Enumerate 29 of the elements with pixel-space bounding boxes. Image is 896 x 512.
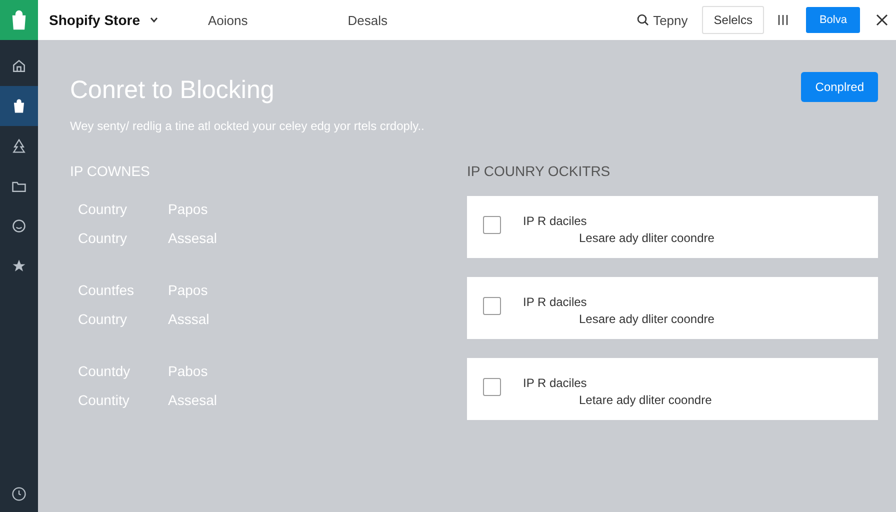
blocker-title: IP R daciles xyxy=(523,214,588,228)
section-heading: IP COUNRY OCKITRS xyxy=(467,163,612,179)
tree-icon xyxy=(11,138,27,154)
search-icon[interactable] xyxy=(637,14,650,26)
blocker-description: Lesare ady dliter coondre xyxy=(579,312,714,326)
blocker-title: IP R daciles xyxy=(523,295,588,309)
caret-icon[interactable] xyxy=(150,17,158,23)
home-icon xyxy=(11,58,27,74)
search-label[interactable]: Tepny xyxy=(653,12,688,28)
blocker-description: Letare ady dliter coondre xyxy=(579,393,712,407)
store-name[interactable]: Shopify Store xyxy=(49,12,140,28)
bag-icon xyxy=(11,98,27,114)
nav-link[interactable]: Desals xyxy=(348,12,388,28)
checkbox[interactable] xyxy=(483,378,501,396)
smiley-icon xyxy=(11,218,27,234)
sidebar-item[interactable] xyxy=(0,86,38,126)
blocker-title: IP R daciles xyxy=(523,376,588,390)
blocker-description: Lesare ady dliter coondre xyxy=(579,231,714,245)
select-button[interactable]: Selelcs xyxy=(702,6,764,34)
star-icon xyxy=(11,258,27,274)
checkbox[interactable] xyxy=(483,216,501,234)
primary-button[interactable]: Bolva xyxy=(806,7,860,33)
checkbox[interactable] xyxy=(483,297,501,315)
shopping-bag-logo[interactable] xyxy=(10,10,28,30)
columns-icon[interactable] xyxy=(778,14,788,26)
clock-icon[interactable] xyxy=(11,486,27,502)
close-icon[interactable] xyxy=(876,14,888,26)
completed-button[interactable]: Conplred xyxy=(801,72,878,102)
nav-link[interactable]: Aoions xyxy=(208,12,248,28)
